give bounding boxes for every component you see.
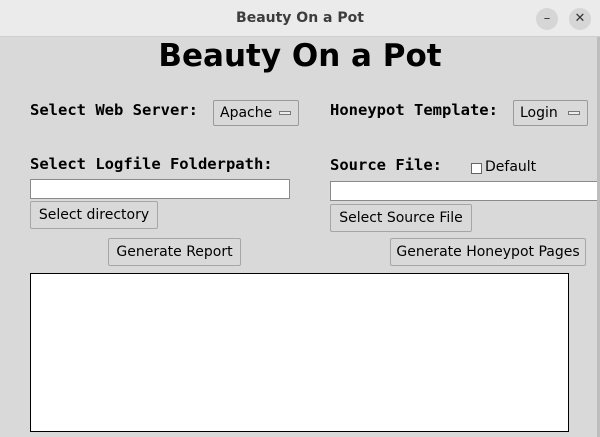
honeypot-template-select[interactable]: Login [513, 100, 588, 126]
window-title: Beauty On a Pot [236, 10, 364, 26]
dropdown-indicator-icon [568, 111, 580, 115]
web-server-label: Select Web Server: [30, 101, 198, 119]
source-file-label: Source File: [330, 156, 442, 174]
dropdown-indicator-icon [279, 111, 291, 115]
logfile-path-input[interactable] [30, 179, 290, 199]
default-checkbox-label: Default [485, 159, 537, 175]
honeypot-template-label: Honeypot Template: [330, 101, 498, 119]
generate-honeypot-pages-button[interactable]: Generate Honeypot Pages [390, 238, 586, 266]
select-directory-button[interactable]: Select directory [30, 201, 158, 229]
web-server-value: Apache [220, 105, 273, 121]
select-source-file-button[interactable]: Select Source File [330, 204, 472, 232]
logfile-label: Select Logfile Folderpath: [30, 155, 273, 173]
honeypot-template-value: Login [520, 105, 558, 121]
generate-report-button[interactable]: Generate Report [108, 238, 241, 266]
close-icon: ✕ [574, 11, 586, 26]
default-checkbox[interactable] [471, 163, 482, 174]
source-file-input[interactable] [330, 181, 600, 201]
web-server-select[interactable]: Apache [213, 100, 299, 126]
minimize-icon: – [543, 11, 551, 26]
output-text-area[interactable] [30, 273, 569, 432]
minimize-button[interactable]: – [536, 8, 558, 30]
app-title: Beauty On a Pot [158, 38, 442, 74]
close-button[interactable]: ✕ [569, 8, 591, 30]
title-bar: Beauty On a Pot – ✕ [0, 0, 600, 37]
